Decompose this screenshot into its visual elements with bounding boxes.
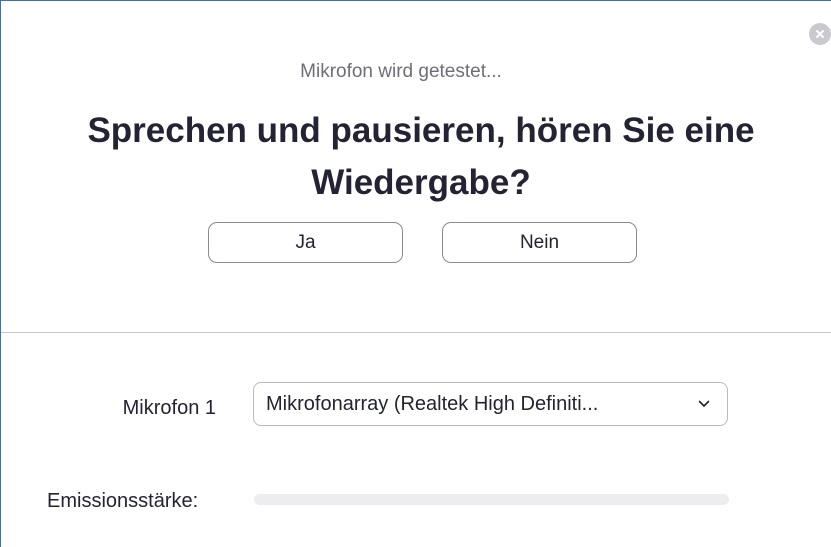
emission-level-meter <box>254 494 729 505</box>
no-button[interactable]: Nein <box>442 222 637 263</box>
microphone-label: Mikrofon 1 <box>122 397 216 419</box>
emission-level-label: Emissionsstärke: <box>47 490 199 512</box>
test-status-text: Mikrofon wird getestet... <box>300 61 502 82</box>
microphone-test-dialog: Mikrofon wird getestet... Sprechen und p… <box>0 0 831 547</box>
playback-question-line-1: Sprechen und pausieren, hören Sie eine <box>87 111 755 150</box>
microphone-select[interactable]: Mikrofonarray (Realtek High Definiti... <box>253 382 728 426</box>
chevron-down-icon <box>697 397 711 411</box>
microphone-select-value: Mikrofonarray (Realtek High Definiti... <box>266 392 599 415</box>
playback-question: Sprechen und pausieren, hören Sie eine W… <box>41 105 801 209</box>
close-icon <box>816 30 824 38</box>
close-button[interactable] <box>809 23 831 45</box>
yes-button[interactable]: Ja <box>208 222 403 263</box>
playback-question-line-2: Wiedergabe? <box>311 163 531 202</box>
section-divider <box>1 332 831 333</box>
